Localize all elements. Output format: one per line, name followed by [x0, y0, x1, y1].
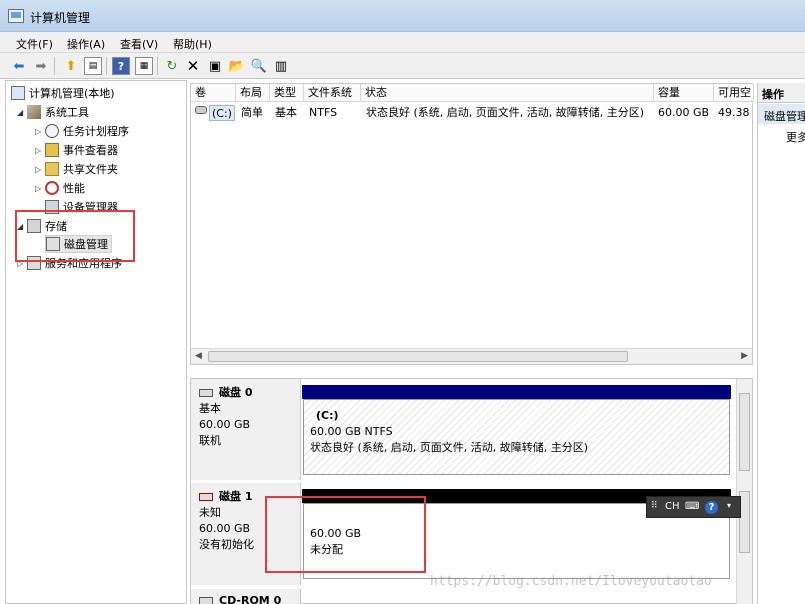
performance-icon [45, 181, 59, 195]
collapsed-arrow-icon[interactable]: ▷ [35, 146, 45, 155]
disk-properties-icon[interactable]: ▥ [272, 57, 290, 75]
actions-pane: 操作 磁盘管理 更多 [757, 83, 805, 604]
computer-icon [11, 86, 25, 100]
volume-status: 状态良好 (系统, 启动, 页面文件, 活动, 故障转储, 主分区) [366, 106, 645, 119]
col-status[interactable]: 状态 [361, 84, 654, 102]
tree-task-scheduler[interactable]: ▷ 任务计划程序 [35, 122, 129, 140]
vertical-scrollbar[interactable] [736, 379, 752, 604]
tree-performance[interactable]: ▷ 性能 [35, 179, 85, 197]
collapsed-arrow-icon[interactable]: ▷ [35, 127, 45, 136]
navigation-tree: 计算机管理(本地) ◢ 系统工具 ▷ 任务计划程序 ▷ 事件查看器 ▷ 共享文件… [5, 80, 187, 604]
expanded-arrow-icon[interactable]: ◢ [17, 108, 27, 117]
shared-folder-icon [45, 162, 59, 176]
actions-header: 操作 [758, 83, 805, 103]
scroll-left-icon[interactable]: ◀ [195, 351, 202, 361]
col-free[interactable]: 可用空 [714, 84, 754, 102]
tree-root[interactable]: 计算机管理(本地) [11, 84, 115, 102]
menu-help[interactable]: 帮助(H) [173, 36, 212, 52]
toolbar: ⬅ ➡ ⬆ ▤ ? ▦ ↻ ✕ ▣ 📂 🔍 ▥ [0, 53, 805, 79]
col-type[interactable]: 类型 [270, 84, 304, 102]
delete-icon[interactable]: ✕ [184, 57, 202, 75]
menu-view[interactable]: 查看(V) [120, 36, 158, 52]
event-viewer-icon [45, 143, 59, 157]
volume-fs: NTFS [309, 106, 338, 119]
title-bar: 计算机管理 [0, 0, 805, 32]
highlight-storage [15, 210, 135, 262]
help-icon[interactable]: ? [112, 57, 130, 75]
cdrom-0-info[interactable]: CD-ROM 0 [191, 589, 301, 604]
open-folder-icon[interactable]: 📂 [228, 57, 246, 75]
col-capacity[interactable]: 容量 [654, 84, 714, 102]
action-disk-management[interactable]: 磁盘管理 [758, 104, 805, 124]
col-volume[interactable]: 卷 [191, 84, 236, 102]
search-icon[interactable]: 🔍 [250, 57, 268, 75]
volume-type: 基本 [275, 106, 297, 119]
properties-icon[interactable]: ▣ [206, 57, 224, 75]
disk-0-info[interactable]: 磁盘 0 基本 60.00 GB 联机 [191, 379, 301, 480]
scroll-thumb[interactable] [208, 351, 628, 362]
back-icon[interactable]: ⬅ [10, 57, 28, 75]
up-folder-icon[interactable]: ⬆ [62, 57, 80, 75]
col-layout[interactable]: 布局 [236, 84, 270, 102]
options-icon[interactable]: ▾ [727, 501, 731, 510]
watermark: https://blog.csdn.net/Iloveyoutaotao [430, 574, 712, 589]
highlight-unallocated [265, 496, 426, 573]
volume-free: 49.38 [718, 106, 750, 119]
show-hide-action-pane-icon[interactable]: ▦ [135, 57, 153, 75]
menu-file[interactable]: 文件(F) [16, 36, 53, 52]
menu-action[interactable]: 操作(A) [67, 36, 105, 52]
tools-icon [27, 105, 41, 119]
volume-drive-icon [195, 106, 207, 114]
cdrom-icon [199, 597, 213, 604]
disk-error-icon [199, 493, 213, 501]
disk-icon [199, 389, 213, 397]
language-bar: ⠿ CH ⌨ ? ▾ [646, 496, 741, 518]
scroll-right-icon[interactable]: ▶ [741, 351, 748, 361]
volume-layout: 简单 [241, 106, 263, 119]
action-more[interactable]: 更多 [786, 129, 805, 145]
menu-bar: 文件(F) 操作(A) 查看(V) 帮助(H) [0, 32, 805, 53]
col-filesystem[interactable]: 文件系统 [304, 84, 361, 102]
show-hide-tree-icon[interactable]: ▤ [84, 57, 102, 75]
keyboard-icon[interactable]: ⌨ [685, 501, 699, 512]
language-indicator[interactable]: CH [665, 501, 680, 512]
computer-management-icon [8, 9, 24, 23]
grip-icon[interactable]: ⠿ [651, 501, 658, 511]
tree-shared-folders[interactable]: ▷ 共享文件夹 [35, 160, 118, 178]
horizontal-scrollbar[interactable]: ◀ ▶ [191, 348, 752, 364]
forward-icon[interactable]: ➡ [32, 57, 50, 75]
volume-name[interactable]: (C:) [209, 105, 235, 121]
volume-list: 卷 布局 类型 文件系统 状态 容量 可用空 (C:) 简单 基本 NTFS 状… [190, 83, 754, 365]
collapsed-arrow-icon[interactable]: ▷ [35, 165, 45, 174]
collapsed-arrow-icon[interactable]: ▷ [35, 184, 45, 193]
refresh-icon[interactable]: ↻ [163, 57, 181, 75]
clock-icon [45, 124, 59, 138]
tree-event-viewer[interactable]: ▷ 事件查看器 [35, 141, 118, 159]
help-icon[interactable]: ? [705, 501, 718, 514]
window-title: 计算机管理 [30, 11, 91, 25]
volume-capacity: 60.00 GB [658, 106, 710, 119]
scroll-thumb[interactable] [739, 393, 750, 471]
partition-c[interactable]: (C:) 60.00 GB NTFS 状态良好 (系统, 启动, 页面文件, 活… [303, 399, 730, 475]
partition-bar-primary [302, 385, 731, 399]
tree-system-tools[interactable]: ◢ 系统工具 [17, 103, 89, 121]
